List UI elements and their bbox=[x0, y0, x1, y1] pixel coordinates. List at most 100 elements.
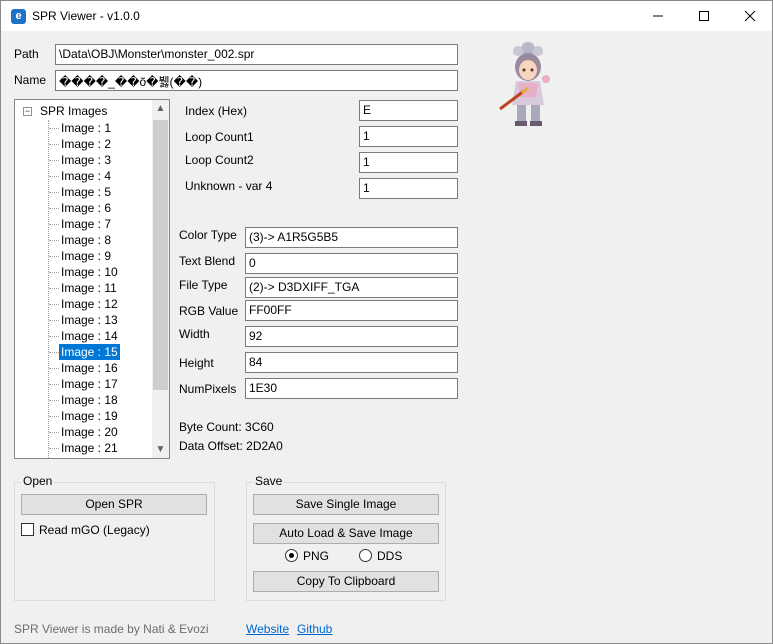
tree-item-label: Image : 15 bbox=[59, 344, 120, 360]
tree-item-label: Image : 2 bbox=[61, 137, 112, 151]
byte-count-text: Byte Count: 3C60 bbox=[179, 420, 274, 434]
loop-count1-field[interactable]: 1 bbox=[359, 126, 458, 147]
minimize-button[interactable] bbox=[635, 1, 681, 31]
unknown-var4-label: Unknown - var 4 bbox=[185, 179, 273, 193]
tree-item-label: Image : 3 bbox=[61, 153, 112, 167]
tree-connector bbox=[49, 384, 59, 385]
text-blend-field[interactable]: 0 bbox=[245, 253, 458, 274]
scroll-up-icon[interactable]: ▲ bbox=[152, 100, 169, 117]
app-icon: e bbox=[11, 9, 26, 24]
tree-connector bbox=[49, 208, 59, 209]
tree-connector bbox=[49, 448, 59, 449]
data-offset-text: Data Offset: 2D2A0 bbox=[179, 439, 283, 453]
name-field[interactable]: ����_��õ�뷇(��) bbox=[55, 70, 458, 91]
open-spr-button[interactable]: Open SPR bbox=[21, 494, 207, 515]
website-link[interactable]: Website bbox=[246, 622, 289, 636]
scroll-down-icon[interactable]: ▼ bbox=[152, 441, 169, 458]
scroll-thumb[interactable] bbox=[153, 120, 168, 390]
minimize-icon bbox=[653, 15, 663, 17]
color-type-field[interactable]: (3)-> A1R5G5B5 bbox=[245, 227, 458, 248]
width-field[interactable]: 92 bbox=[245, 326, 458, 347]
tree-connector bbox=[49, 192, 59, 193]
read-mgo-checkbox[interactable] bbox=[21, 523, 34, 536]
auto-load-save-button[interactable]: Auto Load & Save Image bbox=[253, 523, 439, 544]
tree-item-label: Image : 13 bbox=[61, 313, 118, 327]
loop-count2-field[interactable]: 1 bbox=[359, 152, 458, 173]
loop-count1-label: Loop Count1 bbox=[185, 130, 254, 144]
tree-root-label: SPR Images bbox=[40, 104, 108, 118]
rgb-value-field[interactable]: FF00FF bbox=[245, 300, 458, 321]
tree-connector bbox=[49, 176, 59, 177]
tree-connector bbox=[49, 144, 59, 145]
num-pixels-field[interactable]: 1E30 bbox=[245, 378, 458, 399]
tree-connector bbox=[49, 400, 59, 401]
png-radio-label: PNG bbox=[303, 549, 330, 563]
tree-item-label: Image : 11 bbox=[61, 281, 117, 295]
tree-item-label: Image : 12 bbox=[61, 297, 118, 311]
radio-selected-dot bbox=[289, 553, 294, 558]
close-icon bbox=[744, 10, 756, 22]
height-field[interactable]: 84 bbox=[245, 352, 458, 373]
unknown-var4-field[interactable]: 1 bbox=[359, 178, 458, 199]
tree-item-label: Image : 21 bbox=[61, 441, 118, 455]
tree-connector bbox=[49, 336, 59, 337]
dds-radio-label: DDS bbox=[377, 549, 403, 563]
tree-connector bbox=[49, 128, 59, 129]
tree-scrollbar[interactable]: ▲ ▼ bbox=[152, 100, 169, 458]
tree-item-label: Image : 4 bbox=[61, 169, 112, 183]
sprite-preview bbox=[499, 42, 550, 126]
tree-item-label: Image : 9 bbox=[61, 249, 112, 263]
tree-collapse-icon[interactable]: − bbox=[23, 107, 32, 116]
tree-connector bbox=[49, 272, 59, 273]
loop-count2-label: Loop Count2 bbox=[185, 153, 254, 167]
tree-item-label: Image : 8 bbox=[61, 233, 112, 247]
tree-item-label: Image : 5 bbox=[61, 185, 112, 199]
tree-item-label: Image : 10 bbox=[61, 265, 118, 279]
tree-item-label: Image : 7 bbox=[61, 217, 112, 231]
tree-item-label: Image : 14 bbox=[61, 329, 118, 343]
png-radio[interactable] bbox=[285, 549, 298, 562]
maximize-icon bbox=[699, 11, 709, 21]
path-field[interactable]: \Data\OBJ\Monster\monster_002.spr bbox=[55, 44, 458, 65]
maximize-button[interactable] bbox=[681, 1, 727, 31]
tree-connector bbox=[48, 120, 49, 458]
index-hex-label: Index (Hex) bbox=[185, 104, 248, 118]
open-group-title: Open bbox=[21, 474, 55, 488]
tree-connector bbox=[49, 288, 59, 289]
read-mgo-label: Read mGO (Legacy) bbox=[39, 523, 150, 537]
tree-item-label: Image : 17 bbox=[61, 377, 118, 391]
copy-to-clipboard-button[interactable]: Copy To Clipboard bbox=[253, 571, 439, 592]
tree-item-label: Image : 6 bbox=[61, 201, 112, 215]
tree-connector bbox=[49, 256, 59, 257]
tree-connector bbox=[49, 432, 59, 433]
tree-connector bbox=[49, 224, 59, 225]
index-hex-field[interactable]: E bbox=[359, 100, 458, 121]
tree-item-label: Image : 20 bbox=[61, 425, 118, 439]
credit-text: SPR Viewer is made by Nati & Evozi bbox=[14, 622, 209, 636]
tree-item-label: Image : 19 bbox=[61, 409, 118, 423]
spr-images-tree[interactable]: − SPR Images Image : 1 Image : 2 Image : 3… bbox=[14, 99, 170, 459]
tree-connector bbox=[49, 416, 59, 417]
text-blend-label: Text Blend bbox=[179, 254, 236, 268]
num-pixels-label: NumPixels bbox=[179, 382, 237, 396]
tree-connector bbox=[49, 352, 59, 353]
width-label: Width bbox=[179, 327, 210, 341]
title-bar[interactable]: e SPR Viewer - v1.0.0 bbox=[1, 1, 772, 31]
tree-connector bbox=[49, 368, 59, 369]
save-single-image-button[interactable]: Save Single Image bbox=[253, 494, 439, 515]
height-label: Height bbox=[179, 356, 214, 370]
tree-item-label: Image : 16 bbox=[61, 361, 118, 375]
file-type-label: File Type bbox=[179, 278, 228, 292]
tree-connector bbox=[49, 240, 59, 241]
tree-item-label: Image : 1 bbox=[61, 121, 112, 135]
close-button[interactable] bbox=[727, 1, 773, 31]
tree-connector bbox=[49, 160, 59, 161]
rgb-value-label: RGB Value bbox=[179, 304, 239, 318]
save-group-title: Save bbox=[253, 474, 285, 488]
github-link[interactable]: Github bbox=[297, 622, 332, 636]
file-type-field[interactable]: (2)-> D3DXIFF_TGA bbox=[245, 277, 458, 298]
dds-radio[interactable] bbox=[359, 549, 372, 562]
name-label: Name bbox=[14, 73, 47, 87]
color-type-label: Color Type bbox=[179, 228, 237, 242]
tree-connector bbox=[49, 320, 59, 321]
